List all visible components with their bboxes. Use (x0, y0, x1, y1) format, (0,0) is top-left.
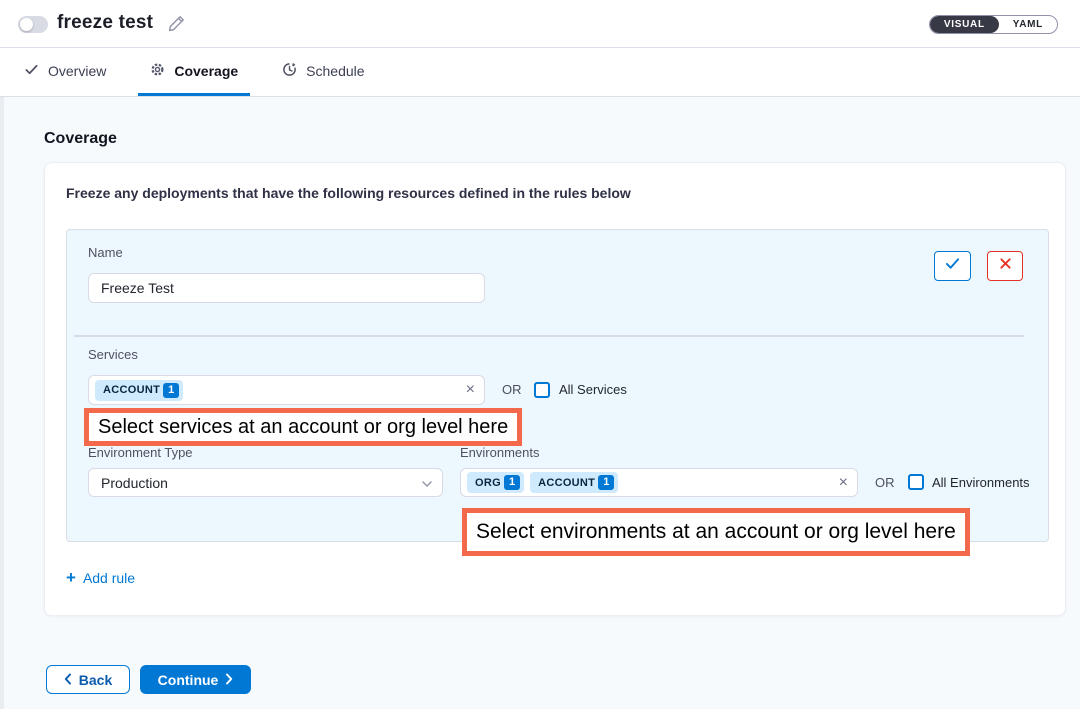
back-label: Back (79, 672, 112, 688)
environment-type-select[interactable]: Production (88, 468, 443, 497)
clear-environments-icon[interactable]: × (839, 475, 848, 491)
visual-option[interactable]: VISUAL (930, 16, 999, 33)
section-title: Coverage (44, 130, 117, 148)
tag-label: ACCOUNT (103, 384, 160, 396)
all-services-label: All Services (559, 375, 627, 405)
tag-label: ORG (475, 477, 501, 489)
all-environments-checkbox[interactable] (908, 474, 924, 490)
confirm-rule-button[interactable] (934, 251, 971, 281)
plus-icon: + (66, 569, 76, 586)
back-button[interactable]: Back (46, 665, 130, 694)
schedule-clock-icon (282, 62, 297, 80)
services-input[interactable]: ACCOUNT 1 × (88, 375, 485, 405)
continue-label: Continue (158, 672, 219, 688)
services-label: Services (88, 347, 138, 362)
annotation-services: Select services at an account or org lev… (84, 408, 522, 446)
tab-schedule-label: Schedule (306, 63, 364, 79)
clear-services-icon[interactable]: × (466, 382, 475, 398)
freeze-enabled-toggle[interactable] (18, 16, 48, 33)
gear-icon (150, 62, 165, 80)
header-bar: freeze test VISUAL YAML (0, 0, 1080, 48)
chevron-left-icon (64, 672, 72, 688)
toggle-knob (20, 18, 33, 31)
environment-type-value: Production (101, 475, 168, 491)
check-icon (24, 62, 39, 80)
environments-or-text: OR (875, 468, 895, 497)
check-icon (944, 256, 961, 276)
environments-org-tag[interactable]: ORG 1 (467, 472, 524, 493)
environments-input[interactable]: ORG 1 ACCOUNT 1 × (460, 468, 858, 497)
tab-overview[interactable]: Overview (12, 48, 118, 96)
yaml-option[interactable]: YAML (999, 16, 1057, 33)
chevron-right-icon (225, 672, 233, 688)
delete-rule-button[interactable] (987, 251, 1023, 281)
tag-count-badge: 1 (504, 475, 520, 490)
add-rule-button[interactable]: + Add rule (66, 569, 135, 586)
card-intro-text: Freeze any deployments that have the fol… (66, 185, 631, 201)
tab-bar: Overview Coverage Schedule (0, 48, 1080, 97)
tag-count-badge: 1 (163, 383, 179, 398)
close-icon (999, 257, 1012, 275)
visual-yaml-switch: VISUAL YAML (929, 15, 1058, 34)
pencil-icon (167, 20, 186, 37)
environment-type-label: Environment Type (88, 445, 193, 460)
page-left-edge (0, 97, 4, 709)
name-label: Name (88, 245, 123, 260)
page-title: freeze test (57, 12, 153, 34)
services-account-tag[interactable]: ACCOUNT 1 (95, 380, 183, 401)
tab-coverage[interactable]: Coverage (138, 48, 250, 96)
continue-button[interactable]: Continue (140, 665, 251, 694)
services-or-text: OR (502, 375, 522, 405)
all-services-checkbox[interactable] (534, 382, 550, 398)
chevron-down-icon (421, 475, 433, 491)
rule-divider (74, 335, 1024, 337)
environments-label: Environments (460, 445, 539, 460)
tag-count-badge: 1 (598, 475, 614, 490)
name-input[interactable] (88, 273, 485, 303)
add-rule-label: Add rule (83, 570, 135, 586)
annotation-environments: Select environments at an account or org… (462, 508, 970, 556)
tab-coverage-label: Coverage (174, 63, 238, 79)
environments-account-tag[interactable]: ACCOUNT 1 (530, 472, 618, 493)
tab-overview-label: Overview (48, 63, 106, 79)
tab-schedule[interactable]: Schedule (270, 48, 376, 96)
edit-title-button[interactable] (167, 14, 187, 34)
all-environments-label: All Environments (932, 468, 1030, 497)
tag-label: ACCOUNT (538, 477, 595, 489)
